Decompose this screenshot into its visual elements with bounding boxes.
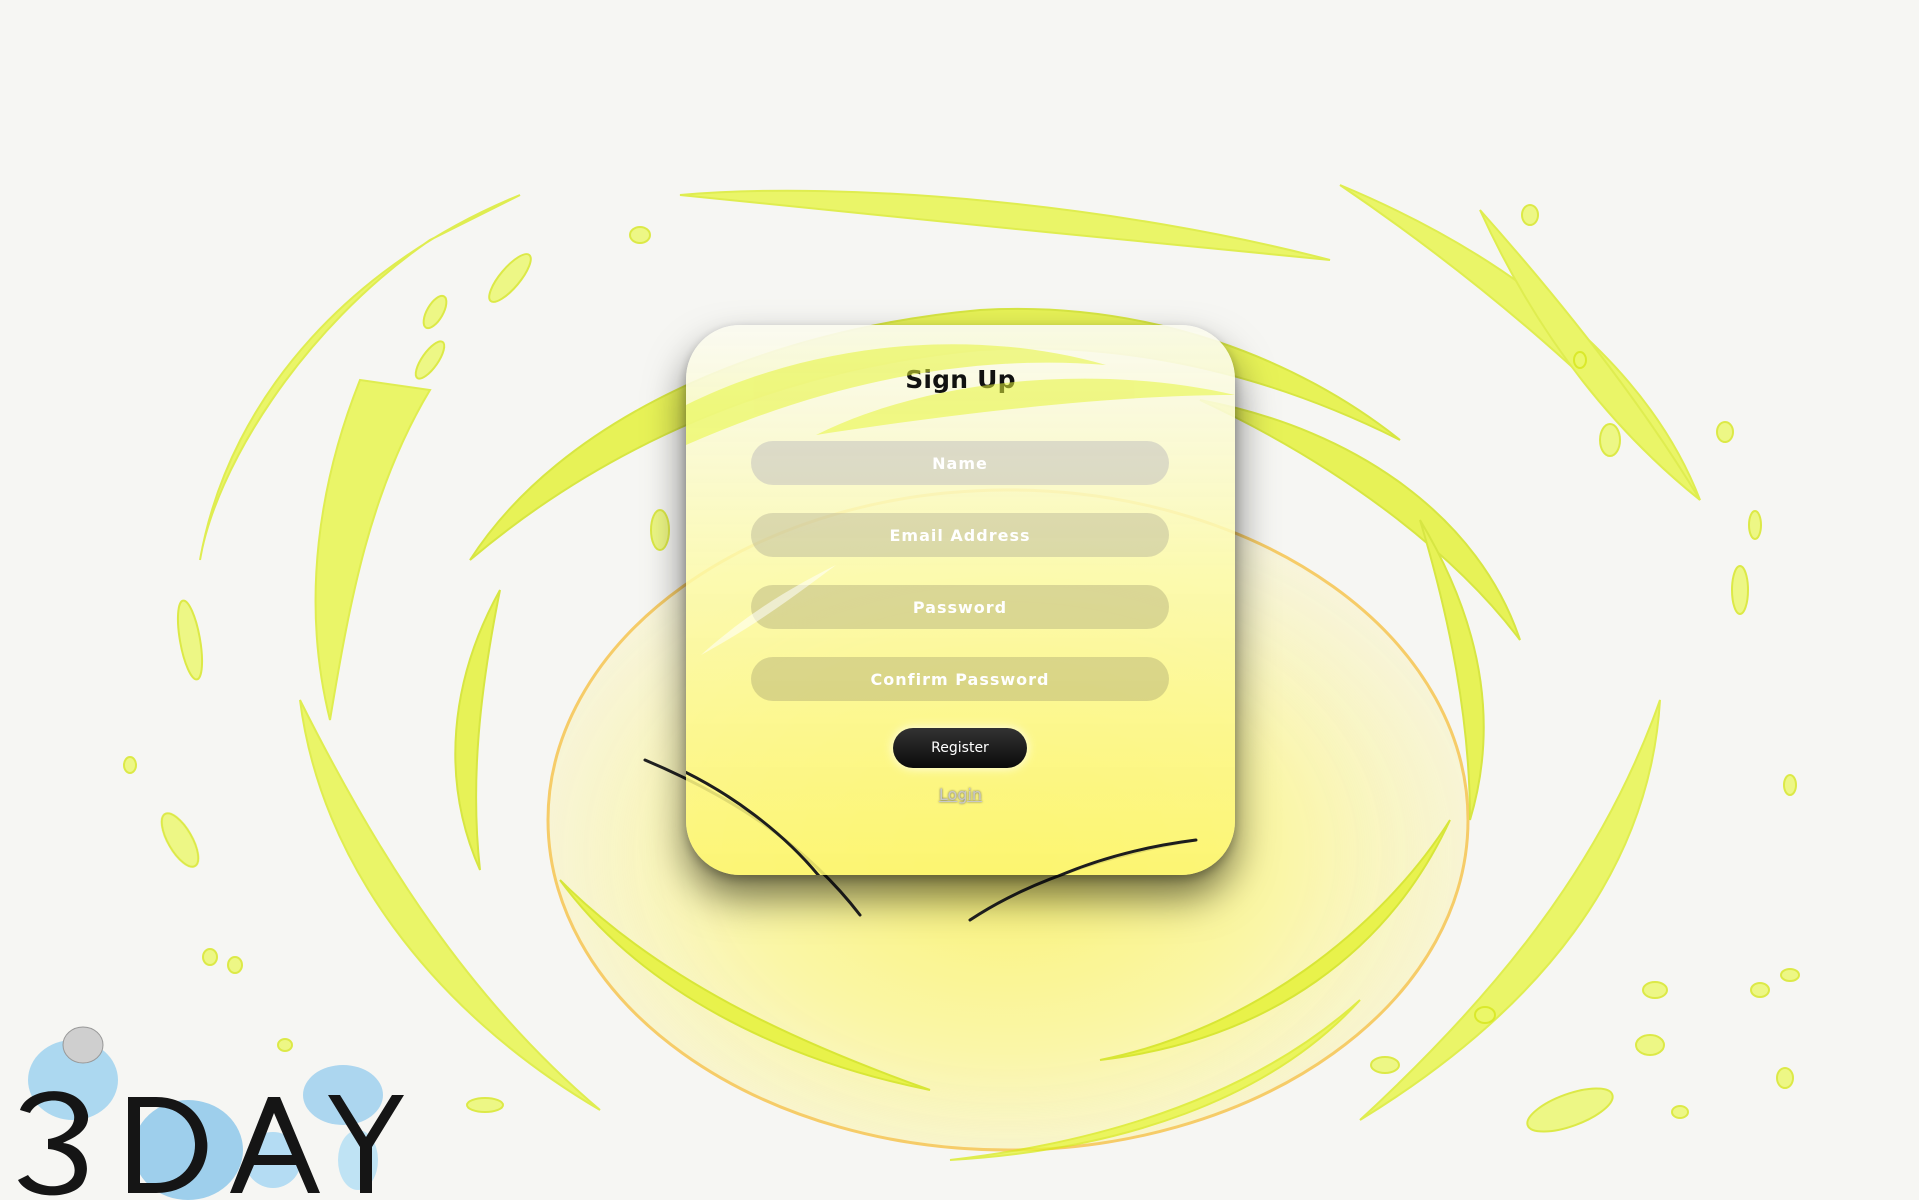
signup-card: Sign Up Register Login: [686, 325, 1235, 875]
signup-title: Sign Up: [905, 365, 1016, 394]
login-link[interactable]: Login: [686, 785, 1235, 804]
name-input[interactable]: [751, 441, 1169, 485]
register-button[interactable]: Register: [893, 728, 1027, 768]
page: Sign Up Register Login: [0, 0, 1919, 1200]
confirm-password-input[interactable]: [751, 657, 1169, 701]
password-input[interactable]: [751, 585, 1169, 629]
3day-logo: [18, 1026, 404, 1200]
email-input[interactable]: [751, 513, 1169, 557]
